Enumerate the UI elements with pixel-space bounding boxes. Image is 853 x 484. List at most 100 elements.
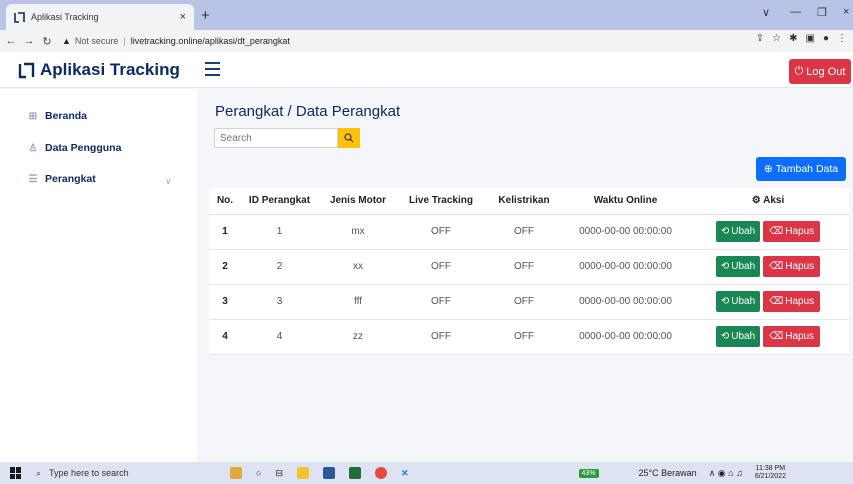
sidebar-item-beranda[interactable]: ⊞ Beranda	[28, 110, 87, 122]
edit-label: Ubah	[731, 226, 756, 237]
widget-icon[interactable]	[230, 467, 242, 479]
sidepanel-icon[interactable]: ▣	[806, 33, 815, 44]
sidebar-item-label: Perangkat	[45, 173, 96, 185]
cell-aksi: ⟲ Ubah ⌫ Hapus	[687, 213, 849, 249]
sidebar-item-perangkat[interactable]: ☰ Perangkat	[28, 173, 96, 185]
device-table: No. ID Perangkat Jenis Motor Live Tracki…	[209, 188, 849, 355]
reload-icon[interactable]: ↻	[40, 35, 54, 48]
cell-id: 4	[241, 318, 318, 354]
search-icon	[344, 133, 354, 143]
col-header-no: No.	[209, 188, 241, 215]
close-window-icon[interactable]: ×	[843, 6, 849, 18]
taskbar-search-placeholder: Type here to search	[49, 468, 129, 478]
windows-taskbar: ⌕ Type here to search ○ ⊟ ✕ 43% 25°C Ber…	[0, 462, 853, 484]
delete-label: Hapus	[785, 261, 815, 272]
chevron-down-icon[interactable]: ∨	[165, 176, 172, 187]
search-icon: ⌕	[36, 467, 42, 478]
delete-label: Hapus	[785, 226, 815, 237]
system-tray-icons[interactable]: ∧ ◉ ⌂ ♫	[709, 468, 743, 479]
cell-id: 2	[241, 248, 318, 284]
sidebar-item-data-pengguna[interactable]: ♙ Data Pengguna	[28, 142, 122, 154]
edit-label: Ubah	[731, 296, 756, 307]
edit-button[interactable]: ⟲ Ubah	[715, 221, 761, 242]
cell-waktu: 0000-00-00 00:00:00	[564, 283, 687, 319]
table-row: 4 4 zz OFF OFF 0000-00-00 00:00:00 ⟲ Ubah…	[209, 318, 849, 354]
settings-icon: ⚙	[751, 195, 764, 207]
clock[interactable]: 11:38 PM 6/21/2022	[755, 465, 786, 481]
logout-label: Log Out	[806, 65, 846, 78]
cell-no: 2	[209, 248, 241, 284]
delete-icon: ⌫	[769, 331, 784, 342]
cell-waktu: 0000-00-00 00:00:00	[564, 318, 687, 354]
delete-label: Hapus	[785, 331, 815, 342]
app-logo-icon	[14, 11, 25, 23]
browser-tab-strip: Aplikasi Tracking × + ∨ — ❐ ×	[0, 0, 853, 30]
logout-button[interactable]: ⏻ Log Out	[789, 59, 851, 84]
menu-icon[interactable]: ⋮	[837, 33, 847, 44]
extensions-icon[interactable]: ✱	[789, 33, 797, 44]
search-input[interactable]	[214, 128, 338, 148]
address-bar[interactable]: ▲ Not secure | livetracking.online/aplik…	[62, 36, 290, 46]
table-row: 2 2 xx OFF OFF 0000-00-00 00:00:00 ⟲ Ubah…	[209, 248, 849, 284]
edit-button[interactable]: ⟲ Ubah	[715, 291, 761, 312]
col-header-kelistrikan: Kelistrikan	[484, 188, 564, 215]
delete-button[interactable]: ⌫ Hapus	[763, 256, 821, 277]
cell-aksi: ⟲ Ubah ⌫ Hapus	[687, 318, 849, 354]
word-icon[interactable]	[322, 467, 335, 479]
cell-kelistrikan: OFF	[484, 213, 564, 249]
cell-waktu: 0000-00-00 00:00:00	[564, 213, 687, 249]
cell-motor: zz	[318, 318, 398, 354]
forward-icon[interactable]: →	[22, 35, 36, 47]
col-header-id: ID Perangkat	[241, 188, 318, 215]
delete-icon: ⌫	[769, 261, 784, 272]
tab-close-icon[interactable]: ×	[180, 11, 186, 23]
file-explorer-icon[interactable]	[296, 467, 309, 479]
cell-no: 3	[209, 283, 241, 319]
store-icon[interactable]	[348, 467, 361, 479]
browser-tab[interactable]: Aplikasi Tracking ×	[6, 4, 194, 30]
sidebar-item-label: Beranda	[45, 110, 88, 122]
windows-start-icon[interactable]	[10, 467, 22, 479]
tab-search-icon[interactable]: ∨	[762, 6, 770, 19]
minimize-icon[interactable]: —	[790, 6, 801, 18]
edit-button[interactable]: ⟲ Ubah	[715, 256, 761, 277]
taskbar-search[interactable]: ⌕ Type here to search	[36, 468, 196, 479]
chrome-icon[interactable]	[374, 467, 387, 479]
delete-button[interactable]: ⌫ Hapus	[763, 221, 821, 242]
edit-label: Ubah	[731, 331, 756, 342]
refresh-icon: ⟲	[720, 226, 730, 237]
cell-aksi: ⟲ Ubah ⌫ Hapus	[687, 283, 849, 319]
cell-live: OFF	[398, 213, 484, 249]
battery-badge: 43%	[578, 468, 599, 478]
back-icon[interactable]: ←	[4, 35, 18, 47]
restore-icon[interactable]: ❐	[817, 6, 827, 19]
new-tab-button[interactable]: +	[201, 7, 210, 24]
add-data-button[interactable]: ⊕ Tambah Data	[756, 157, 846, 181]
cell-aksi: ⟲ Ubah ⌫ Hapus	[687, 248, 849, 284]
taskview-split-icon[interactable]: ⊟	[275, 468, 283, 479]
share-icon[interactable]: ⇪	[756, 33, 764, 44]
sidebar-item-label: Data Pengguna	[45, 142, 122, 154]
task-view-icon[interactable]: ○	[256, 468, 261, 478]
grid-icon: ⊞	[28, 110, 38, 122]
plus-circle-icon: ⊕	[763, 163, 773, 175]
search-button[interactable]	[338, 128, 360, 148]
delete-button[interactable]: ⌫ Hapus	[763, 291, 821, 312]
cell-motor: xx	[318, 248, 398, 284]
profile-icon[interactable]: ●	[823, 33, 829, 44]
url-separator: |	[123, 36, 126, 46]
brand[interactable]: Aplikasi Tracking	[18, 60, 180, 80]
cell-no: 1	[209, 213, 241, 249]
bookmark-star-icon[interactable]: ☆	[772, 33, 781, 44]
vscode-icon[interactable]: ✕	[401, 468, 409, 479]
col-header-aksi: ⚙ Aksi	[687, 188, 849, 215]
clock-date: 6/21/2022	[754, 473, 786, 480]
refresh-icon: ⟲	[720, 261, 730, 272]
hamburger-menu-icon[interactable]	[205, 62, 220, 76]
not-secure-label: Not secure	[74, 36, 119, 46]
edit-label: Ubah	[731, 261, 756, 272]
edit-button[interactable]: ⟲ Ubah	[715, 326, 761, 347]
delete-button[interactable]: ⌫ Hapus	[763, 326, 821, 347]
weather-text[interactable]: 25°C Berawan	[639, 468, 697, 478]
browser-toolbar: ← → ↻ ▲ Not secure | livetracking.online…	[0, 30, 853, 52]
